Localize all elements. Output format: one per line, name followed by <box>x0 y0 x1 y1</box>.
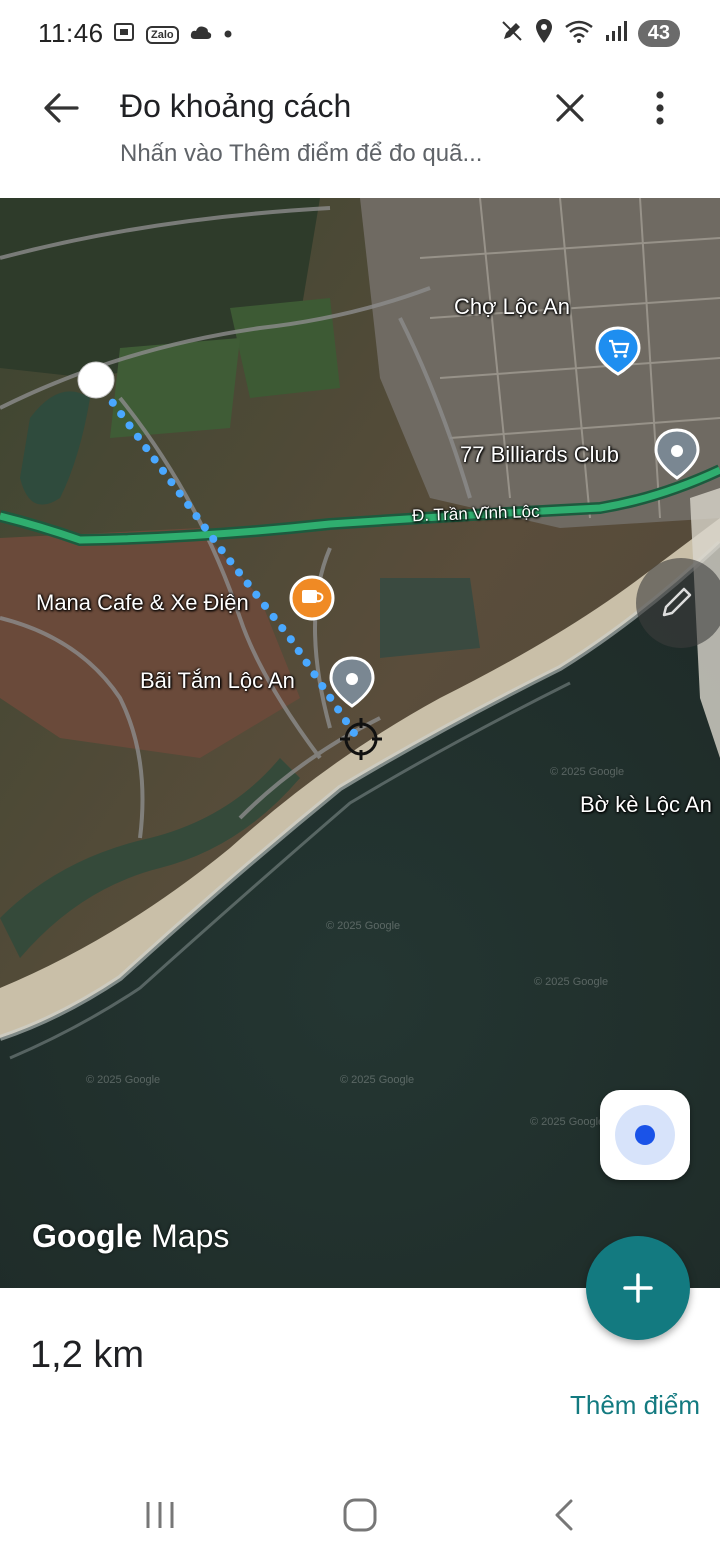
recents-button[interactable] <box>130 1492 190 1538</box>
wifi-icon <box>564 19 594 48</box>
map-watermark: © 2025 Google <box>534 976 609 988</box>
status-right-icons: 43 <box>500 18 680 49</box>
close-icon <box>556 94 584 122</box>
screenshot-icon <box>112 20 136 49</box>
plus-icon <box>623 1273 653 1303</box>
add-point-fab[interactable] <box>586 1236 690 1340</box>
signal-icon <box>604 19 628 48</box>
status-bar: 11:46 Zalo 43 <box>0 0 720 66</box>
map-watermark: © 2025 Google <box>340 1074 415 1086</box>
map-view[interactable]: Chợ Lộc An 77 Billiards Club Đ. Trần Vĩn… <box>0 198 720 1288</box>
map-watermark: © 2025 Google <box>530 1116 605 1128</box>
cafe-pin[interactable] <box>289 575 335 621</box>
back-nav-button[interactable] <box>534 1492 594 1538</box>
my-location-button[interactable] <box>600 1090 690 1180</box>
google-maps-logo: Google Maps <box>32 1218 230 1254</box>
back-button[interactable] <box>36 86 86 130</box>
recents-icon <box>146 1502 174 1528</box>
navigation-bar <box>0 1470 720 1560</box>
status-left-icons: Zalo <box>112 20 233 49</box>
cloud-icon <box>189 23 213 46</box>
chevron-left-icon <box>555 1499 573 1531</box>
add-point-button[interactable]: Thêm điểm <box>570 1390 700 1421</box>
my-location-icon <box>615 1105 675 1165</box>
map-watermark: © 2025 Google <box>550 766 625 778</box>
pen-icon <box>500 19 524 48</box>
zalo-icon: Zalo <box>146 25 179 44</box>
map-label-mana-cafe[interactable]: Mana Cafe & Xe Điện <box>36 590 249 616</box>
map-label-bo-ke[interactable]: Bờ kè Lộc An <box>580 792 712 818</box>
start-point-marker[interactable] <box>77 361 115 399</box>
map-label-bai-tam[interactable]: Bãi Tắm Lộc An <box>140 668 295 694</box>
more-options-button[interactable] <box>640 86 680 130</box>
page-subtitle: Nhấn vào Thêm điểm để đo quã... <box>120 140 483 167</box>
map-watermark: © 2025 Google <box>326 920 401 932</box>
location-icon <box>534 18 554 49</box>
arrow-left-icon <box>44 93 79 123</box>
home-button[interactable] <box>330 1492 390 1538</box>
distance-value: 1,2 km <box>30 1334 145 1376</box>
status-time: 11:46 <box>38 18 104 48</box>
dot-icon <box>223 26 233 44</box>
home-icon <box>343 1498 377 1532</box>
page-title: Đo khoảng cách <box>120 88 352 124</box>
close-button[interactable] <box>548 86 592 130</box>
header: Đo khoảng cách Nhấn vào Thêm điểm để đo … <box>0 66 720 198</box>
more-vert-icon <box>656 91 664 125</box>
map-label-cho-loc-an[interactable]: Chợ Lộc An <box>454 294 570 320</box>
map-label-billiards[interactable]: 77 Billiards Club <box>460 442 619 468</box>
battery-badge: 43 <box>637 20 680 47</box>
edit-button[interactable] <box>636 558 720 648</box>
map-watermark: © 2025 Google <box>86 1074 161 1086</box>
pencil-icon <box>662 587 692 617</box>
